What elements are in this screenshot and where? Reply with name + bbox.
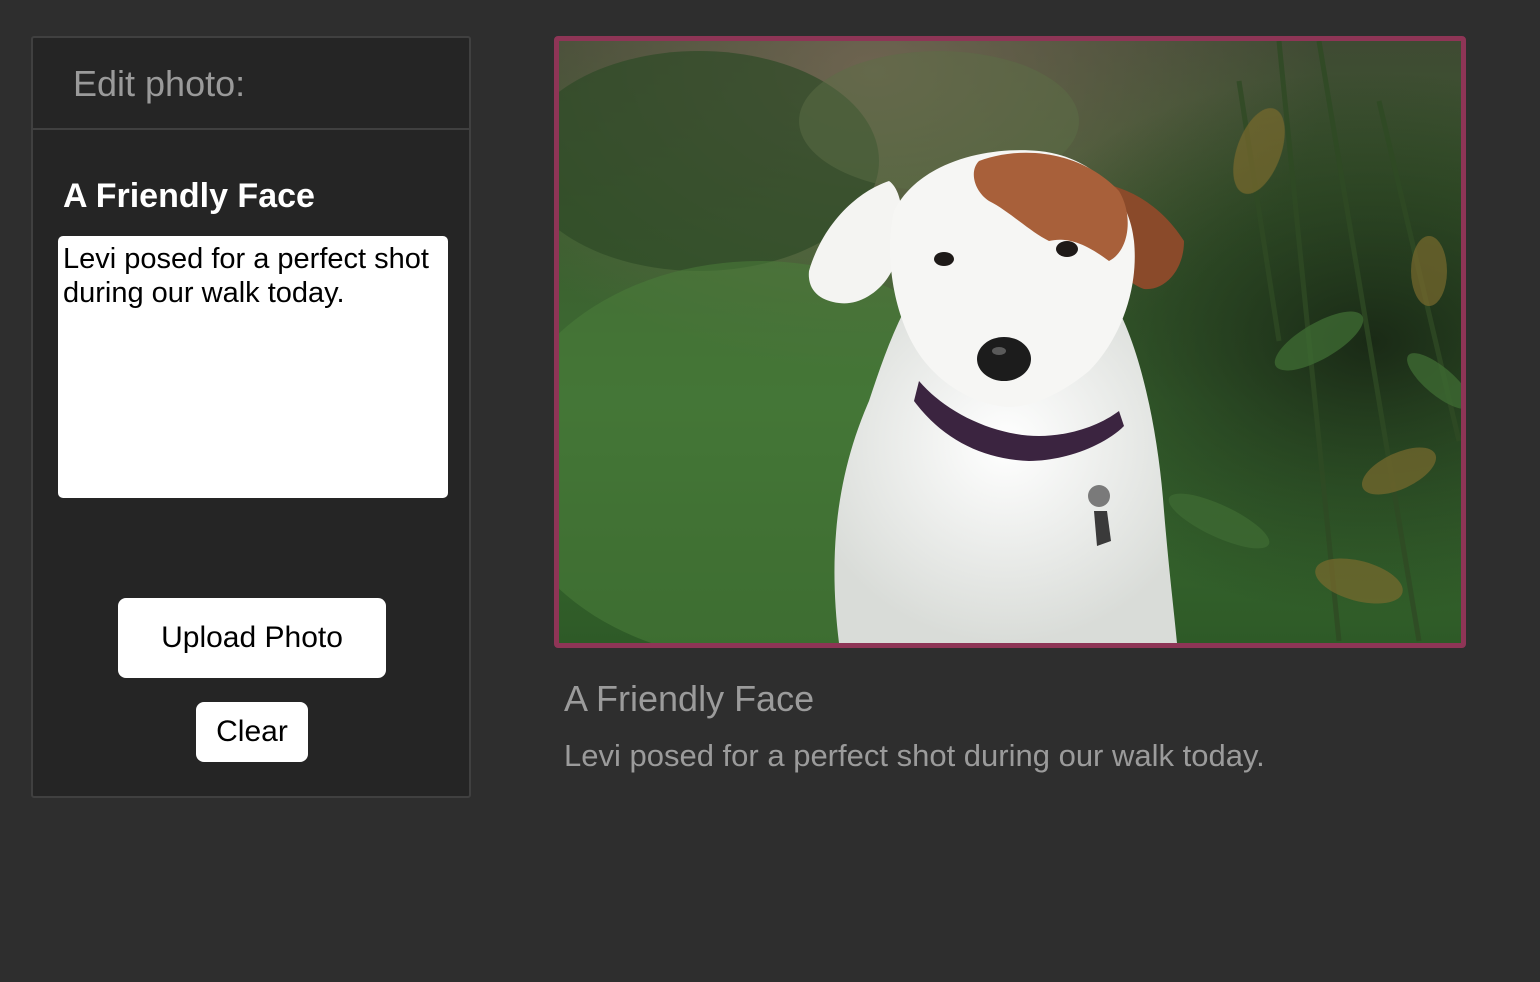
panel-header: Edit photo: bbox=[33, 38, 469, 130]
upload-photo-button[interactable]: Upload Photo bbox=[118, 598, 386, 678]
preview-caption: Levi posed for a perfect shot during our… bbox=[564, 738, 1265, 773]
photo-editor-page: Edit photo: Levi posed for a perfect sho… bbox=[0, 0, 1540, 982]
preview-title: A Friendly Face bbox=[564, 678, 815, 719]
photo-preview-frame bbox=[554, 36, 1466, 648]
photo-caption-textarea[interactable]: Levi posed for a perfect shot during our… bbox=[58, 236, 448, 498]
dog-photo bbox=[559, 41, 1461, 643]
panel-header-title: Edit photo: bbox=[73, 63, 246, 104]
clear-button[interactable]: Clear bbox=[196, 702, 308, 762]
edit-photo-panel: Edit photo: Levi posed for a perfect sho… bbox=[31, 36, 471, 798]
photo-title-input[interactable] bbox=[63, 174, 443, 218]
